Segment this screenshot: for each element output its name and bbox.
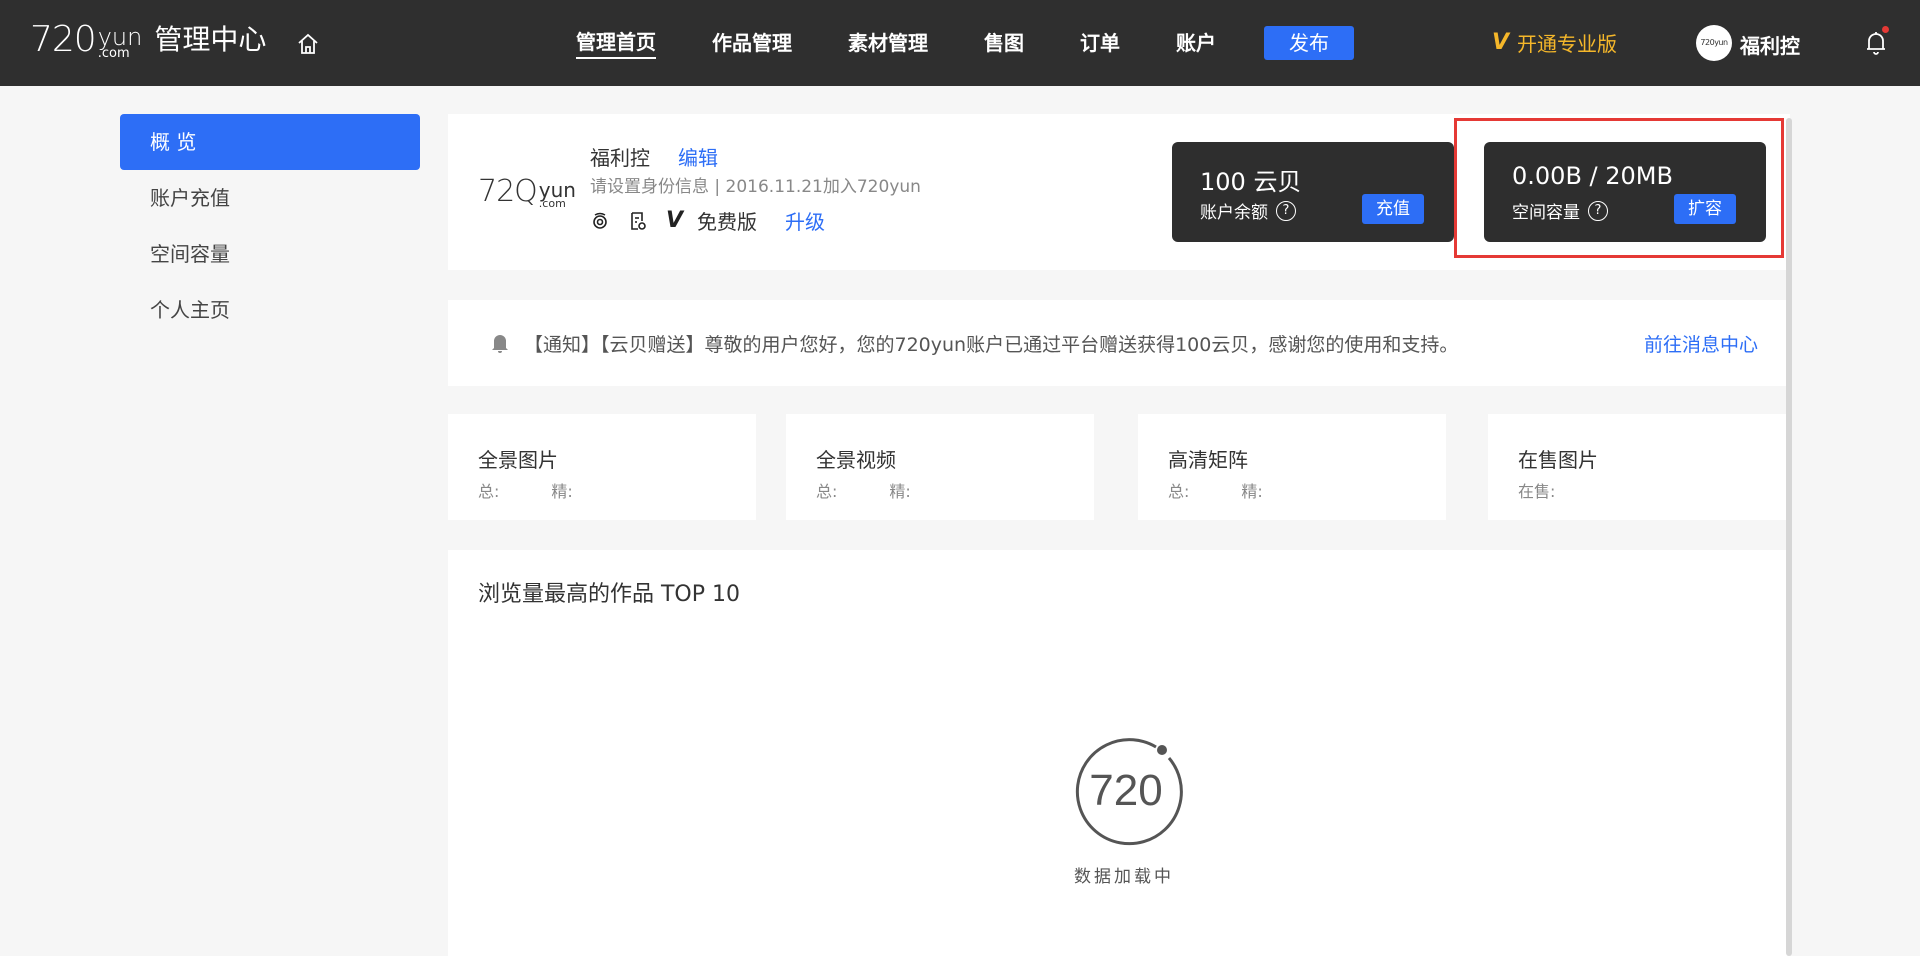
upgrade-pro-link[interactable]: V 开通专业版 bbox=[1492, 28, 1617, 57]
header-title: 管理中心 bbox=[154, 23, 267, 56]
profile-logo-com-text: .com bbox=[538, 197, 566, 210]
top10-panel: 浏览量最高的作品 TOP 10 720 数据加载中 bbox=[448, 550, 1790, 956]
notification-badge bbox=[1882, 26, 1889, 33]
count-card-matrix[interactable]: 高清矩阵 总: 精: bbox=[1138, 414, 1446, 520]
profile-logo: 72Q yun .com bbox=[478, 174, 576, 209]
count-featured: 精: bbox=[889, 482, 911, 501]
edit-profile-link[interactable]: 编辑 bbox=[678, 142, 718, 171]
sidebar-item-space[interactable]: 空间容量 bbox=[120, 226, 420, 282]
count-title: 全景图片 bbox=[478, 448, 558, 472]
loading-text: 数据加载中 bbox=[1074, 867, 1174, 887]
vip-badge-icon[interactable]: V bbox=[666, 208, 683, 233]
count-card-onsale[interactable]: 在售图片 在售: bbox=[1488, 414, 1790, 520]
recharge-button[interactable]: 充值 bbox=[1362, 194, 1424, 224]
upgrade-link[interactable]: 升级 bbox=[785, 206, 825, 235]
count-title: 全景视频 bbox=[816, 448, 896, 472]
nav-home[interactable]: 管理首页 bbox=[576, 27, 656, 59]
balance-card: 100 云贝 账户余额 ? 充值 bbox=[1172, 142, 1454, 242]
count-total: 总: bbox=[816, 482, 838, 501]
work-counts: 全景图片 总: 精: 全景视频 总: 精: 高清矩阵 总: 精: 在售图片 在售: bbox=[448, 414, 1790, 520]
notice-text: 【通知】【云贝赠送】尊敬的用户您好，您的720yun账户已通过平台赠送获得100… bbox=[524, 334, 1459, 356]
sidebar: 概 览 账户充值 空间容量 个人主页 bbox=[120, 114, 420, 338]
help-icon[interactable]: ? bbox=[1276, 200, 1296, 221]
loading-spinner-icon: 720 bbox=[1075, 738, 1183, 846]
bell-icon bbox=[492, 335, 508, 353]
notification-bell-icon[interactable] bbox=[1864, 30, 1888, 56]
profile-logo-number: 72Q bbox=[478, 174, 538, 209]
id-verify-icon[interactable] bbox=[628, 211, 648, 231]
count-sub: 在售: bbox=[1518, 478, 1659, 502]
scrollbar[interactable] bbox=[1786, 118, 1792, 956]
weibo-icon[interactable] bbox=[590, 211, 610, 231]
logo-yun: yun .com bbox=[98, 25, 143, 60]
top-navbar: 720 yun .com 管理中心 管理首页 作品管理 素材管理 售图 订单 账… bbox=[0, 0, 1920, 86]
sidebar-item-homepage[interactable]: 个人主页 bbox=[120, 282, 420, 338]
highlight-box bbox=[1454, 118, 1784, 258]
count-title: 高清矩阵 bbox=[1168, 448, 1248, 472]
balance-label-row: 账户余额 ? bbox=[1200, 198, 1296, 223]
count-onsale: 在售: bbox=[1518, 482, 1556, 501]
profile-logo-yun: yun .com bbox=[539, 180, 576, 209]
notice-bar: 【通知】【云贝赠送】尊敬的用户您好，您的720yun账户已通过平台赠送获得100… bbox=[448, 300, 1790, 386]
home-icon[interactable] bbox=[296, 32, 320, 56]
logo-com-text: .com bbox=[97, 46, 130, 61]
nav-materials[interactable]: 素材管理 bbox=[848, 28, 928, 58]
count-card-panorama[interactable]: 全景图片 总: 精: bbox=[448, 414, 756, 520]
balance-label: 账户余额 bbox=[1200, 203, 1268, 223]
profile-info: 请设置身份信息 | 2016.11.21加入720yun bbox=[590, 177, 921, 197]
count-sub: 总: 精: bbox=[478, 478, 625, 502]
vip-icon: V bbox=[1492, 30, 1510, 55]
nav-sell-images[interactable]: 售图 bbox=[984, 28, 1024, 58]
sidebar-item-recharge[interactable]: 账户充值 bbox=[120, 170, 420, 226]
profile-badges: V 免费版 升级 bbox=[590, 206, 825, 235]
message-center-link[interactable]: 前往消息中心 bbox=[1644, 330, 1758, 357]
count-title: 在售图片 bbox=[1518, 448, 1598, 472]
top10-title: 浏览量最高的作品 TOP 10 bbox=[478, 582, 741, 607]
count-sub: 总: 精: bbox=[1168, 478, 1315, 502]
main-nav: 管理首页 作品管理 素材管理 售图 订单 账户 bbox=[548, 0, 1244, 86]
upgrade-pro-label: 开通专业版 bbox=[1517, 32, 1618, 56]
username[interactable]: 福利控 bbox=[1740, 30, 1800, 59]
nav-account[interactable]: 账户 bbox=[1176, 28, 1216, 58]
profile-name: 福利控 bbox=[590, 146, 650, 170]
plan-label: 免费版 bbox=[697, 210, 758, 234]
balance-value: 100 云贝 bbox=[1200, 168, 1302, 196]
count-featured: 精: bbox=[551, 482, 573, 501]
logo-number: 720 bbox=[30, 19, 97, 60]
site-logo[interactable]: 720 yun .com 管理中心 bbox=[30, 19, 267, 61]
nav-works[interactable]: 作品管理 bbox=[712, 28, 792, 58]
count-sub: 总: 精: bbox=[816, 478, 963, 502]
publish-button[interactable]: 发布 bbox=[1264, 26, 1354, 60]
count-card-video[interactable]: 全景视频 总: 精: bbox=[786, 414, 1094, 520]
count-featured: 精: bbox=[1241, 482, 1263, 501]
count-total: 总: bbox=[1168, 482, 1190, 501]
avatar[interactable]: 720yun bbox=[1696, 25, 1732, 61]
sidebar-item-overview[interactable]: 概 览 bbox=[120, 114, 420, 170]
profile-card: 72Q yun .com 福利控 编辑 请设置身份信息 | 2016.11.21… bbox=[448, 114, 1790, 270]
loader-mark: 720 bbox=[1089, 766, 1162, 815]
nav-orders[interactable]: 订单 bbox=[1080, 28, 1120, 58]
count-total: 总: bbox=[478, 482, 500, 501]
